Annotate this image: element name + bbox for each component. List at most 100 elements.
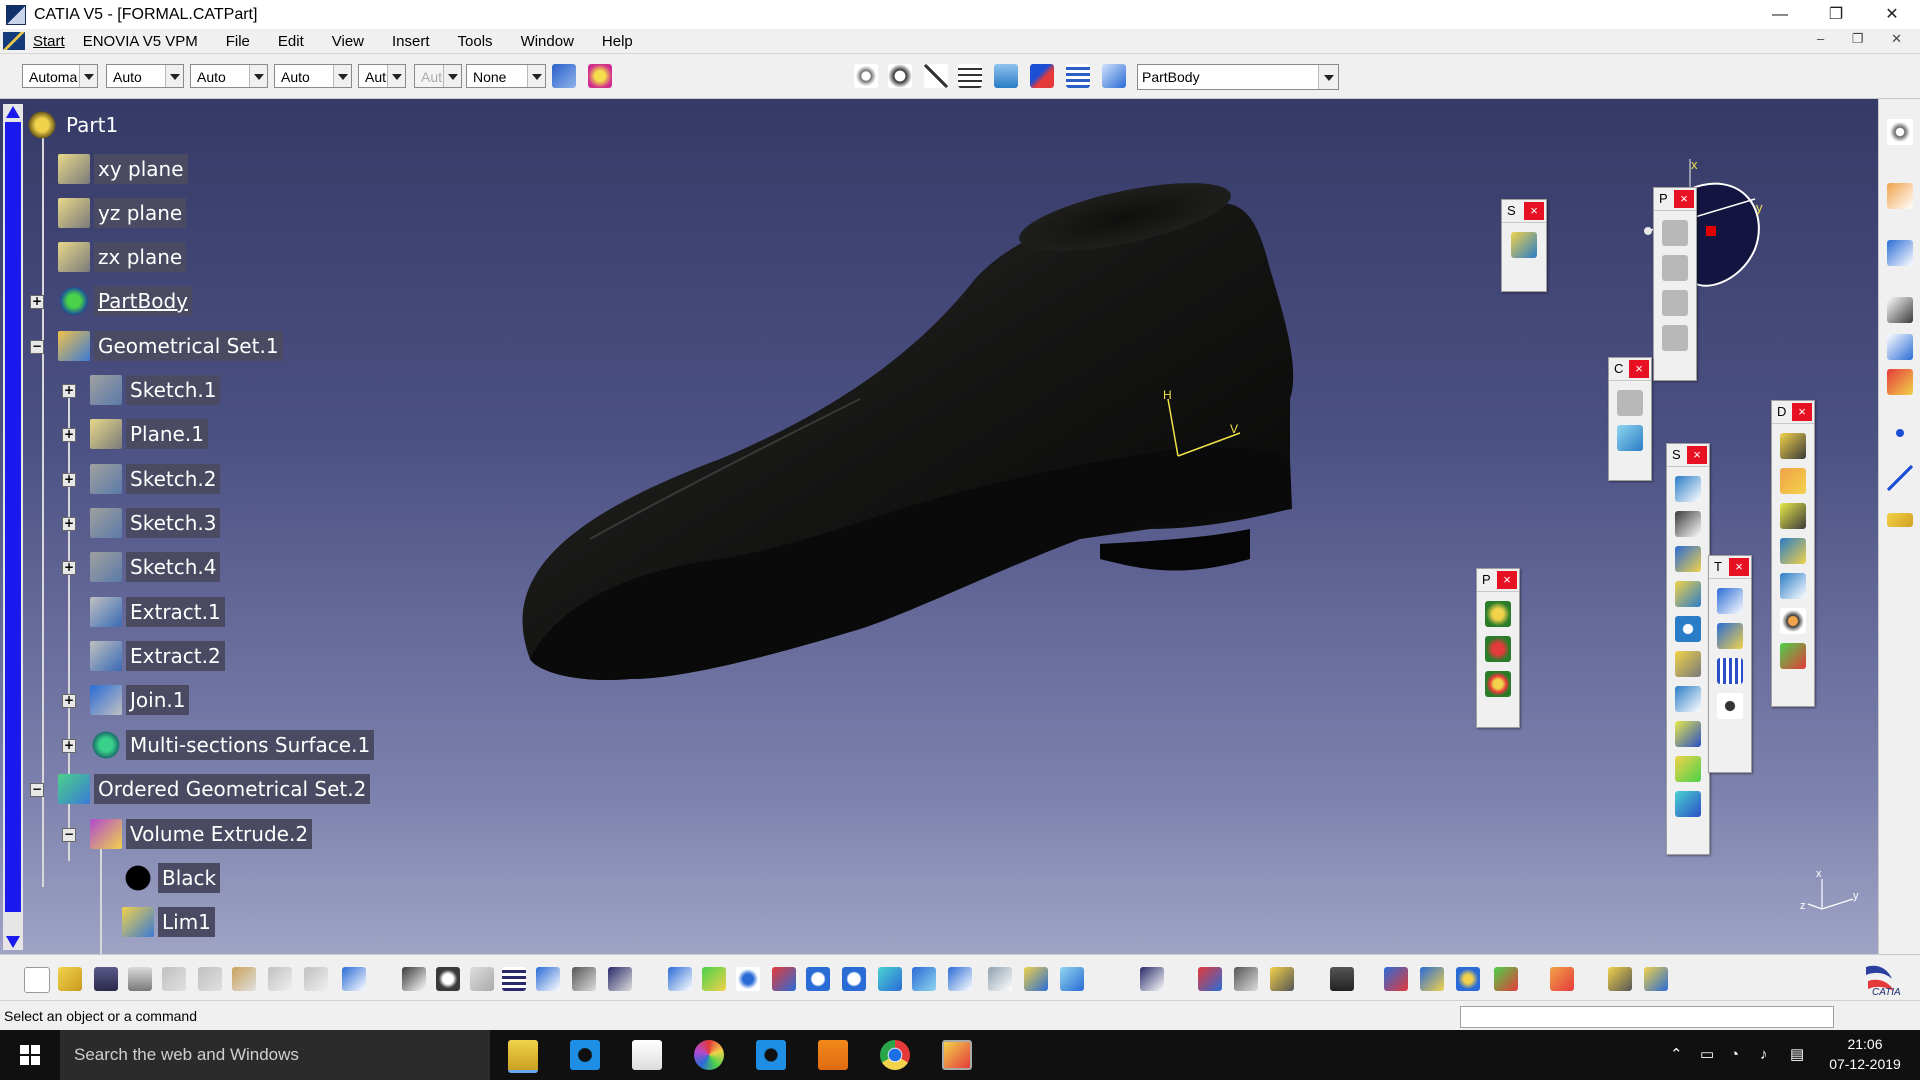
close-icon[interactable]: × bbox=[1792, 403, 1812, 421]
close-button[interactable]: ✕ bbox=[1864, 0, 1920, 29]
taskbar-clock[interactable]: 21:06 07-12-2019 bbox=[1820, 1034, 1910, 1074]
menu-help[interactable]: Help bbox=[602, 33, 633, 50]
open-folder-icon[interactable] bbox=[58, 967, 82, 991]
scan-tool-icon[interactable] bbox=[1608, 967, 1632, 991]
collapse-icon[interactable]: − bbox=[30, 340, 44, 354]
connect-checker-icon[interactable] bbox=[1456, 967, 1480, 991]
tree-node-extract-2[interactable]: Extract.2 bbox=[90, 641, 225, 671]
binary-icon[interactable] bbox=[958, 64, 982, 88]
fill-color-combo[interactable]: Automa bbox=[22, 64, 98, 88]
file-explorer-icon[interactable] bbox=[508, 1040, 538, 1073]
menu-tools[interactable]: Tools bbox=[458, 33, 493, 50]
hand-finger-icon[interactable] bbox=[1550, 967, 1574, 991]
volume-multi-section-icon[interactable] bbox=[1780, 503, 1806, 529]
tree-node-yz-plane[interactable]: yz plane bbox=[58, 198, 187, 228]
zoom-out-icon[interactable] bbox=[842, 967, 866, 991]
whats-this-icon[interactable] bbox=[342, 967, 366, 991]
chrome-icon[interactable] bbox=[880, 1040, 910, 1070]
show-hidden-icons-chevron-icon[interactable]: ⌃ bbox=[1670, 1030, 1683, 1080]
scan-icon[interactable] bbox=[1511, 232, 1537, 258]
tree-node-black[interactable]: Black bbox=[122, 863, 221, 893]
measure-item-icon[interactable] bbox=[1234, 967, 1258, 991]
close-icon[interactable]: × bbox=[1497, 571, 1517, 589]
collapse-icon[interactable]: − bbox=[30, 783, 44, 797]
windows-start-icon[interactable] bbox=[0, 1030, 60, 1080]
format-painter-icon[interactable] bbox=[552, 64, 576, 88]
menu-file[interactable]: File bbox=[226, 33, 250, 50]
menu-insert[interactable]: Insert bbox=[392, 33, 430, 50]
expand-icon[interactable]: + bbox=[62, 473, 76, 487]
expand-icon[interactable]: + bbox=[62, 694, 76, 708]
line-weight-combo[interactable]: Auto bbox=[190, 64, 268, 88]
list-icon[interactable] bbox=[1066, 64, 1090, 88]
tree-node-ordered-geometrical-set-2[interactable]: − Ordered Geometrical Set.2 bbox=[30, 774, 371, 804]
floating-toolbar-d1[interactable]: D × bbox=[1771, 400, 1815, 707]
menu-enovia[interactable]: ENOVIA V5 VPM bbox=[83, 33, 198, 50]
edge-browser-icon[interactable] bbox=[570, 1040, 600, 1070]
analysis-icon[interactable] bbox=[1384, 967, 1408, 991]
scaling-icon[interactable] bbox=[1717, 693, 1743, 719]
document-window-controls[interactable]: – ❐ ✕ bbox=[1817, 31, 1914, 47]
tree-node-join-1[interactable]: + Join.1 bbox=[62, 685, 190, 715]
layer-combo[interactable]: None bbox=[466, 64, 546, 88]
extrude-surface-icon[interactable] bbox=[1675, 476, 1701, 502]
tree-node-volume-extrude-2[interactable]: − Volume Extrude.2 bbox=[62, 819, 313, 849]
cut-icon[interactable] bbox=[162, 967, 186, 991]
floating-toolbar-t1[interactable]: T × bbox=[1708, 555, 1752, 773]
tree-node-sketch-4[interactable]: + Sketch.4 bbox=[62, 552, 221, 582]
restore-button[interactable]: ❐ bbox=[1808, 0, 1864, 29]
tree-node-sketch-2[interactable]: + Sketch.2 bbox=[62, 464, 221, 494]
floating-toolbar-c1[interactable]: C × bbox=[1608, 357, 1652, 481]
vlc-icon[interactable] bbox=[818, 1040, 848, 1070]
formula-fx-icon[interactable] bbox=[402, 967, 426, 991]
close-icon[interactable]: × bbox=[1729, 558, 1749, 576]
blend-icon[interactable] bbox=[1675, 721, 1701, 747]
line-type-combo[interactable]: Auto bbox=[274, 64, 352, 88]
catia-taskbar-icon[interactable] bbox=[942, 1040, 972, 1070]
fill-icon[interactable] bbox=[1675, 651, 1701, 677]
store-icon[interactable] bbox=[632, 1040, 662, 1070]
gear-icon[interactable] bbox=[1887, 119, 1913, 145]
expand-icon[interactable]: + bbox=[30, 295, 44, 309]
tree-node-sketch-3[interactable]: + Sketch.3 bbox=[62, 508, 221, 538]
update-all-icon[interactable] bbox=[1140, 967, 1164, 991]
point-symbol-combo[interactable]: Aut bbox=[358, 64, 406, 88]
define-in-work-object-icon[interactable] bbox=[1102, 64, 1126, 88]
fly-mode-icon[interactable] bbox=[854, 64, 878, 88]
current-body-combo[interactable]: PartBody bbox=[1137, 64, 1339, 90]
measure-inertia-icon[interactable] bbox=[1270, 967, 1294, 991]
new-file-icon[interactable] bbox=[24, 967, 50, 993]
sketcher-icon[interactable] bbox=[1887, 240, 1913, 266]
sweep-icon[interactable] bbox=[1675, 546, 1701, 572]
close-icon[interactable]: × bbox=[1687, 446, 1707, 464]
tree-node-multi-sections-surface-1[interactable]: + Multi-sections Surface.1 bbox=[62, 730, 375, 760]
transparency-combo[interactable]: Auto bbox=[106, 64, 184, 88]
measure-between-icon[interactable] bbox=[1198, 967, 1222, 991]
annotation-icon[interactable] bbox=[1887, 297, 1913, 323]
volume-icon[interactable]: ♪ bbox=[1760, 1030, 1768, 1080]
curvature-analysis-icon[interactable] bbox=[1420, 967, 1444, 991]
wifi-icon[interactable]: ◔ bbox=[1730, 1030, 1739, 1080]
print-icon[interactable] bbox=[128, 967, 152, 991]
floating-toolbar-s1[interactable]: S × bbox=[1501, 199, 1547, 292]
menu-edit[interactable]: Edit bbox=[278, 33, 304, 50]
menu-start[interactable]: Start bbox=[33, 33, 65, 50]
multi-section-icon[interactable] bbox=[1675, 686, 1701, 712]
expand-icon[interactable]: + bbox=[62, 428, 76, 442]
save-icon[interactable] bbox=[94, 967, 118, 991]
volume-add-icon[interactable] bbox=[1780, 643, 1806, 669]
undo-icon[interactable] bbox=[268, 967, 292, 991]
floating-toolbar-p1[interactable]: P × bbox=[1653, 187, 1697, 381]
symmetry-icon[interactable] bbox=[1717, 623, 1743, 649]
tree-node-partbody[interactable]: + PartBody bbox=[30, 286, 192, 316]
fit-all-icon[interactable] bbox=[702, 967, 726, 991]
point-icon[interactable] bbox=[1896, 429, 1904, 437]
pan-icon[interactable] bbox=[736, 967, 760, 991]
select-arrow-icon[interactable] bbox=[1887, 183, 1913, 209]
shoe-model[interactable] bbox=[522, 169, 1294, 680]
expand-icon[interactable]: + bbox=[62, 561, 76, 575]
formula-icon[interactable] bbox=[1485, 671, 1511, 697]
plane-tool-icon[interactable] bbox=[1887, 513, 1913, 527]
tree-node-geometrical-set-1[interactable]: − Geometrical Set.1 bbox=[30, 331, 283, 361]
collapse-icon[interactable]: − bbox=[62, 828, 76, 842]
